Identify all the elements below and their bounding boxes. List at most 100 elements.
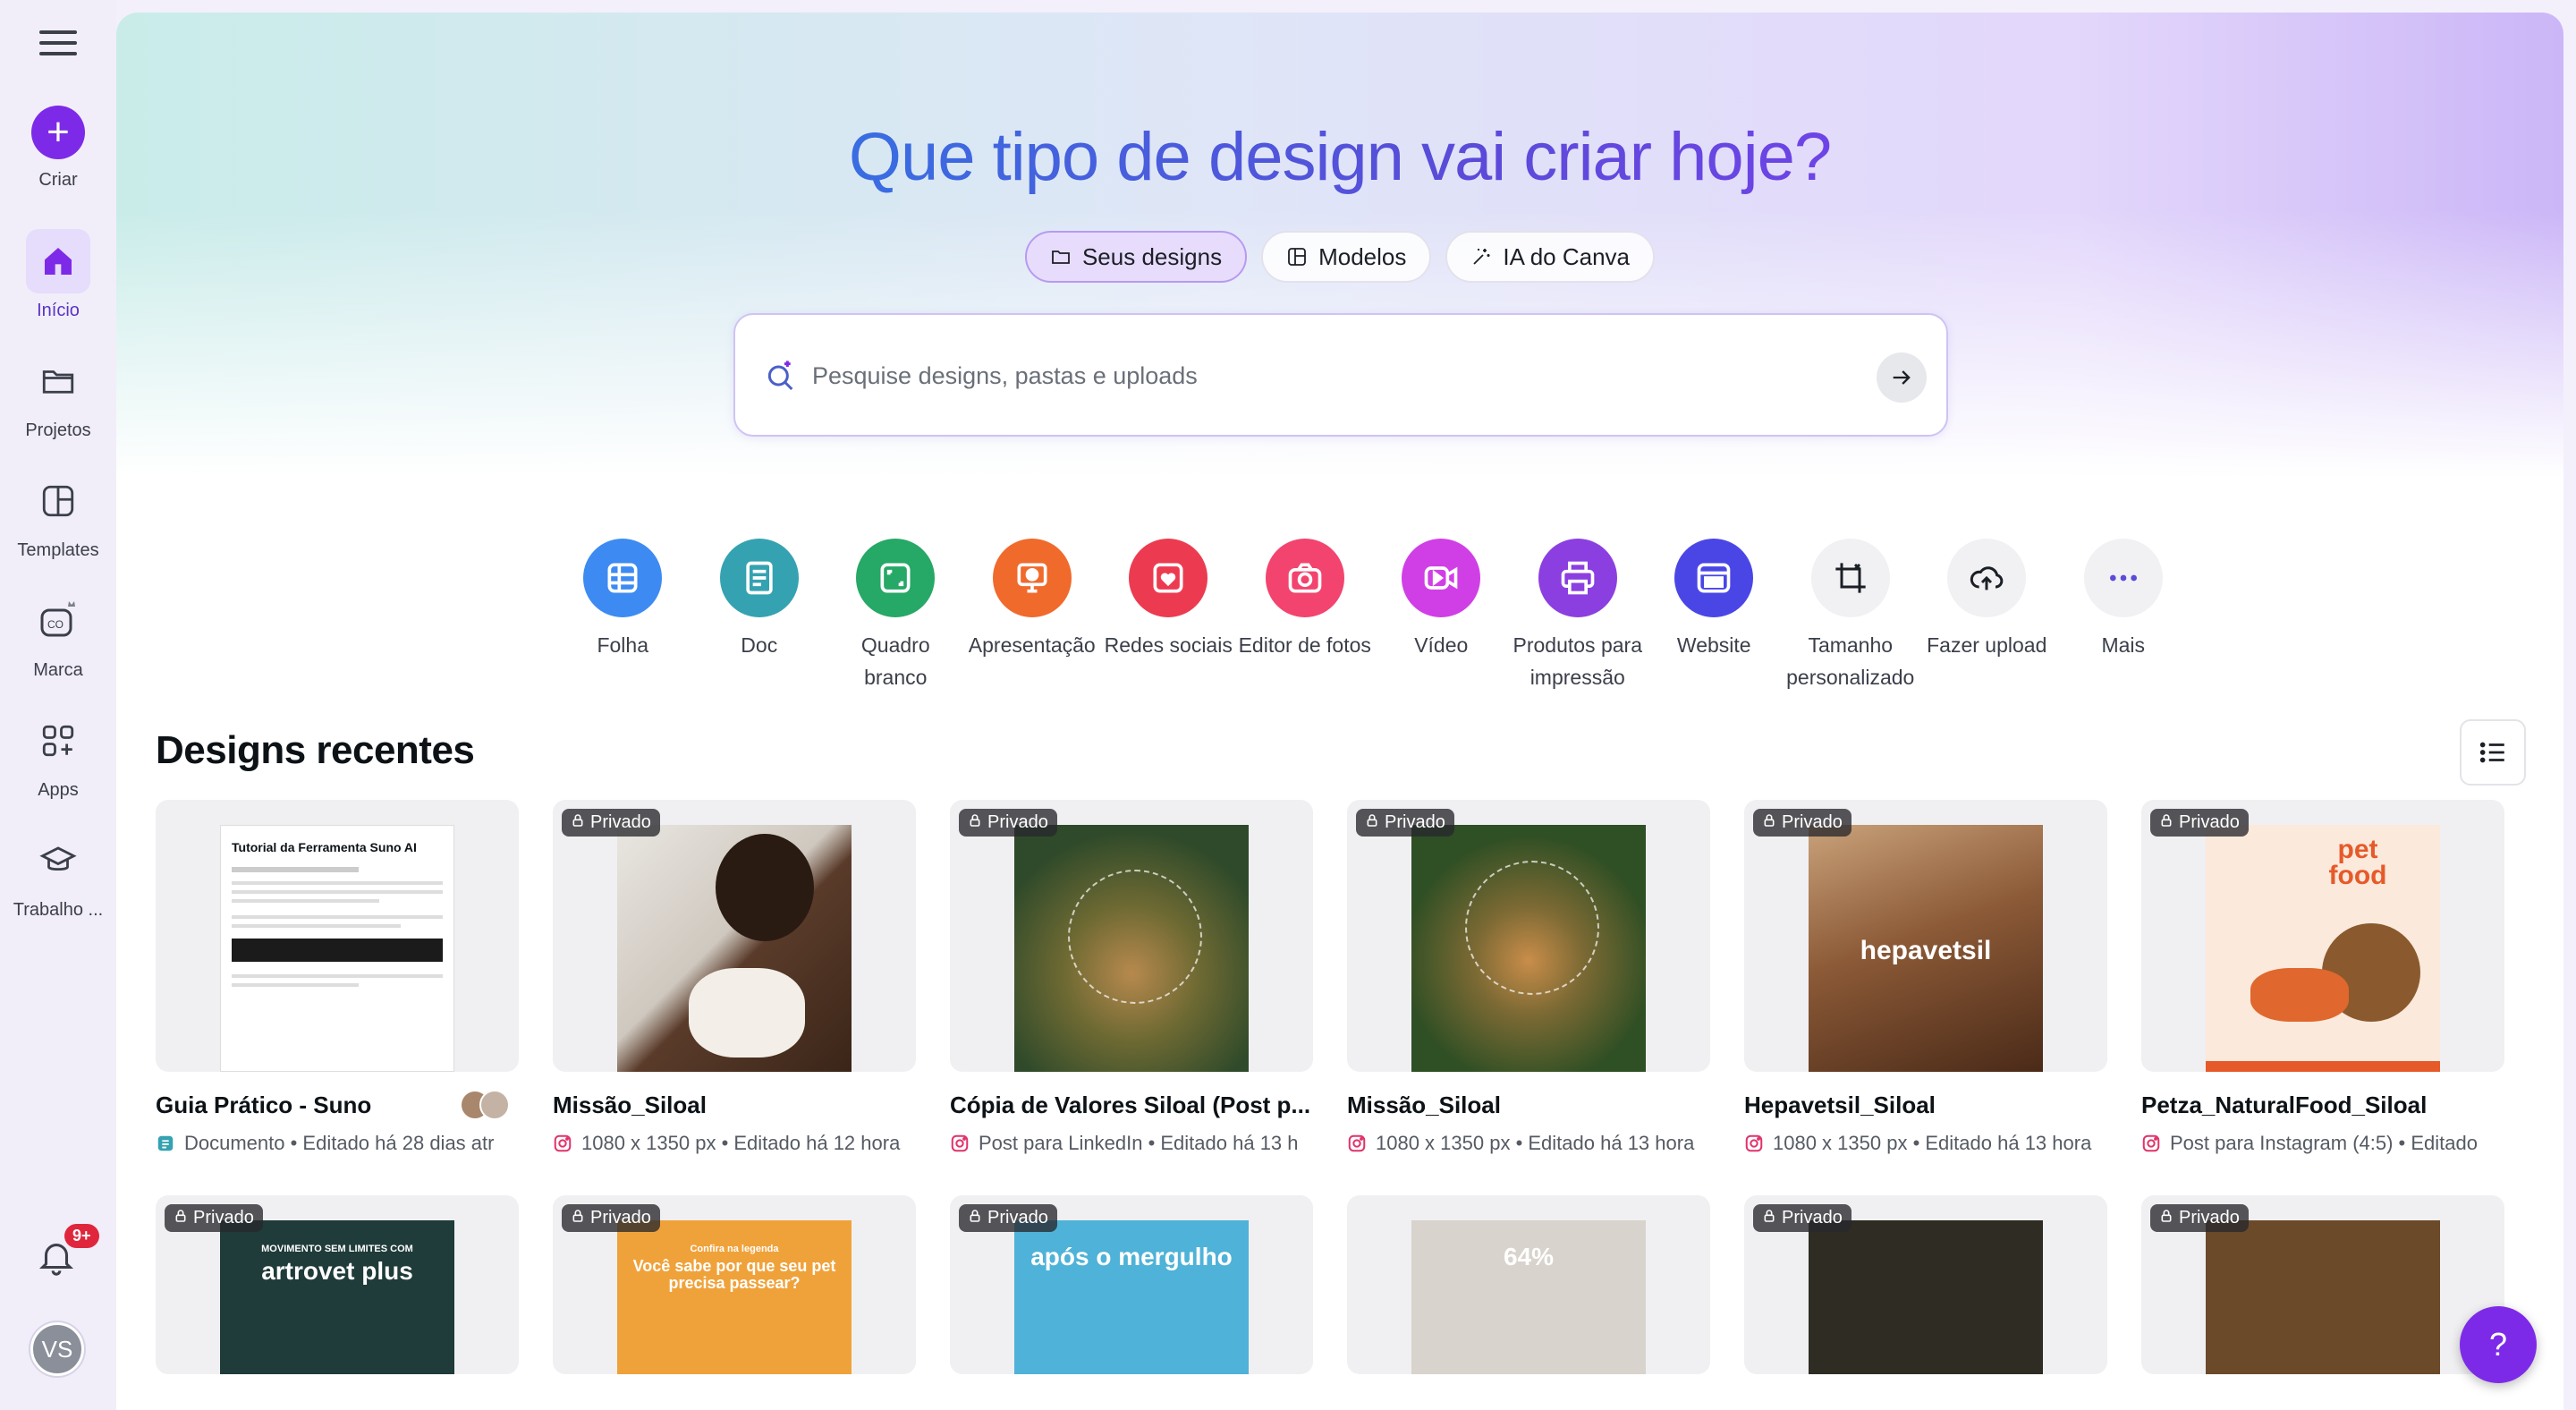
help-button[interactable]: ? <box>2460 1306 2537 1383</box>
quick-action-tamanho-personalizado[interactable]: Tamanho personalizado <box>1783 539 1919 693</box>
doc-icon <box>719 539 799 617</box>
quick-action-produtos-para-impressão[interactable]: Produtos para impressão <box>1510 539 1647 693</box>
design-title[interactable]: Missão_Siloal <box>553 1091 916 1119</box>
design-card[interactable]: Privado <box>2141 1195 2504 1374</box>
doc-title: Tutorial da Ferramenta Suno AI <box>232 840 417 854</box>
design-thumbnail[interactable]: Privado <box>950 800 1313 1072</box>
quick-action-folha[interactable]: Folha <box>555 539 691 693</box>
sidebar-item-projetos[interactable]: Projetos <box>0 349 116 441</box>
private-label: Privado <box>987 812 1048 832</box>
sidebar-item-inicio[interactable]: Início <box>0 229 116 321</box>
design-thumbnail[interactable]: Privado hepavetsil <box>1744 800 2107 1072</box>
quick-action-website[interactable]: Website <box>1646 539 1783 693</box>
design-card[interactable]: Privado após o mergulho <box>950 1195 1313 1374</box>
design-thumbnail[interactable]: Privado <box>553 800 916 1072</box>
photo-thumbnail <box>1411 825 1646 1072</box>
magic-wand-icon <box>1473 249 1490 265</box>
sidebar-item-templates[interactable]: Templates <box>0 469 116 561</box>
design-card[interactable]: Privado Missão_Siloal 1080 x 1350 px • Edi… <box>553 800 916 1155</box>
private-badge: Privado <box>1753 809 1852 837</box>
photo-thumbnail: 64% <box>1411 1220 1646 1374</box>
tab-ia-do-canva[interactable]: IA do Canva <box>1445 231 1656 283</box>
graduation-cap-icon <box>26 828 90 893</box>
quick-action-fazer-upload[interactable]: Fazer upload <box>1919 539 2055 693</box>
design-thumbnail[interactable]: Privado após o mergulho <box>950 1195 1313 1374</box>
design-thumbnail[interactable]: Privado pet food <box>2141 800 2504 1072</box>
design-thumbnail[interactable]: Privado Confira na legenda Você sabe por q… <box>553 1195 916 1374</box>
avatar[interactable]: VS <box>30 1322 84 1376</box>
list-view-button[interactable] <box>2460 719 2526 786</box>
design-meta-text: 1080 x 1350 px • Editado há 13 hora <box>1773 1132 2092 1154</box>
instagram-icon <box>1348 1134 1366 1152</box>
lock-icon <box>1365 812 1379 833</box>
private-badge: Privado <box>1753 1204 1852 1232</box>
art-subtext: MOVIMENTO SEM LIMITES COM <box>261 1244 413 1254</box>
quick-action-doc[interactable]: Doc <box>691 539 828 693</box>
photo-thumbnail <box>1014 825 1249 1072</box>
ai-search-icon <box>767 361 793 391</box>
quick-action-apresentação[interactable]: Apresentação <box>964 539 1101 693</box>
design-card[interactable]: Privado Cópia de Valores Siloal (Post p..… <box>950 800 1313 1155</box>
design-title[interactable]: Petza_NaturalFood_Siloal <box>2141 1091 2504 1119</box>
create-button[interactable]: + Criar <box>0 106 116 191</box>
lock-icon <box>571 812 585 833</box>
photo-thumbnail: MOVIMENTO SEM LIMITES COM artrovet plus <box>220 1220 454 1374</box>
design-title[interactable]: Hepavetsil_Siloal <box>1744 1091 2107 1119</box>
design-meta-text: Post para Instagram (4:5) • Editado <box>2170 1132 2478 1154</box>
design-card[interactable]: 64% <box>1347 1195 1710 1374</box>
design-card[interactable]: Privado <box>1744 1195 2107 1374</box>
art-text: hepavetsil <box>1860 936 1992 965</box>
private-label: Privado <box>2179 812 2240 832</box>
design-thumbnail[interactable]: 64% <box>1347 1195 1710 1374</box>
collaborator-avatars <box>460 1090 513 1122</box>
quick-action-vídeo[interactable]: Vídeo <box>1373 539 1510 693</box>
sidebar-item-trabalho[interactable]: Trabalho ... <box>0 828 116 921</box>
template-icon <box>26 469 90 533</box>
design-meta: Post para Instagram (4:5) • Editado <box>2141 1132 2504 1155</box>
art-text: Você sabe por que seu pet precisa passea… <box>632 1257 836 1292</box>
private-badge: Privado <box>562 1204 660 1232</box>
sidebar: + Criar Início Projetos Templates CO Mar… <box>0 0 116 1410</box>
design-meta: 1080 x 1350 px • Editado há 13 hora <box>1347 1132 1710 1155</box>
quick-action-mais[interactable]: Mais <box>2055 539 2192 693</box>
design-title[interactable]: Missão_Siloal <box>1347 1091 1710 1119</box>
private-badge: Privado <box>959 809 1057 837</box>
design-thumbnail[interactable]: Privado MOVIMENTO SEM LIMITES COM artrovet… <box>156 1195 519 1374</box>
search-submit-button[interactable] <box>1877 352 1927 403</box>
quick-action-quadro-branco[interactable]: Quadro branco <box>827 539 964 693</box>
design-thumbnail[interactable]: Tutorial da Ferramenta Suno AI <box>156 800 519 1072</box>
tab-label: IA do Canva <box>1503 242 1631 270</box>
menu-icon[interactable] <box>39 30 77 61</box>
section-title: Designs recentes <box>156 728 475 772</box>
design-thumbnail[interactable]: Privado <box>1744 1195 2107 1374</box>
instagram-icon <box>554 1134 572 1152</box>
design-tabs: Seus designs Modelos IA do Canva <box>116 231 2563 283</box>
notifications-badge: 9+ <box>64 1224 99 1248</box>
design-card[interactable]: Privado Missão_Siloal 1080 x 1350 px • Edi… <box>1347 800 1710 1155</box>
private-label: Privado <box>1782 1208 1843 1227</box>
quick-action-editor-de-fotos[interactable]: Editor de fotos <box>1237 539 1374 693</box>
presentation-icon <box>992 539 1072 617</box>
design-card[interactable]: Privado hepavetsil Hepavetsil_Siloal 1080 x… <box>1744 800 2107 1155</box>
document-icon <box>157 1135 174 1151</box>
sidebar-item-apps[interactable]: Apps <box>0 709 116 801</box>
arrow-right-icon <box>1893 370 1911 385</box>
sidebar-item-label: Início <box>37 301 80 320</box>
design-card[interactable]: Tutorial da Ferramenta Suno AI Guia Práti… <box>156 800 519 1155</box>
svg-text:CO: CO <box>47 618 64 631</box>
whiteboard-icon <box>856 539 936 617</box>
tab-seus-designs[interactable]: Seus designs <box>1024 231 1248 283</box>
design-title[interactable]: Cópia de Valores Siloal (Post p... <box>950 1091 1313 1119</box>
private-badge: Privado <box>165 1204 263 1232</box>
folder-icon <box>26 349 90 413</box>
tab-modelos[interactable]: Modelos <box>1261 231 1432 283</box>
design-card[interactable]: Privado Confira na legenda Você sabe por q… <box>553 1195 916 1374</box>
design-thumbnail[interactable]: Privado <box>2141 1195 2504 1374</box>
design-thumbnail[interactable]: Privado <box>1347 800 1710 1072</box>
design-card[interactable]: Privado pet food Petza_NaturalFood_Siloal P… <box>2141 800 2504 1155</box>
plus-icon: + <box>31 106 85 159</box>
search-input[interactable] <box>812 351 1796 401</box>
quick-action-redes-sociais[interactable]: Redes sociais <box>1100 539 1237 693</box>
design-card[interactable]: Privado MOVIMENTO SEM LIMITES COM artrovet… <box>156 1195 519 1374</box>
sidebar-item-marca[interactable]: CO Marca <box>0 589 116 681</box>
